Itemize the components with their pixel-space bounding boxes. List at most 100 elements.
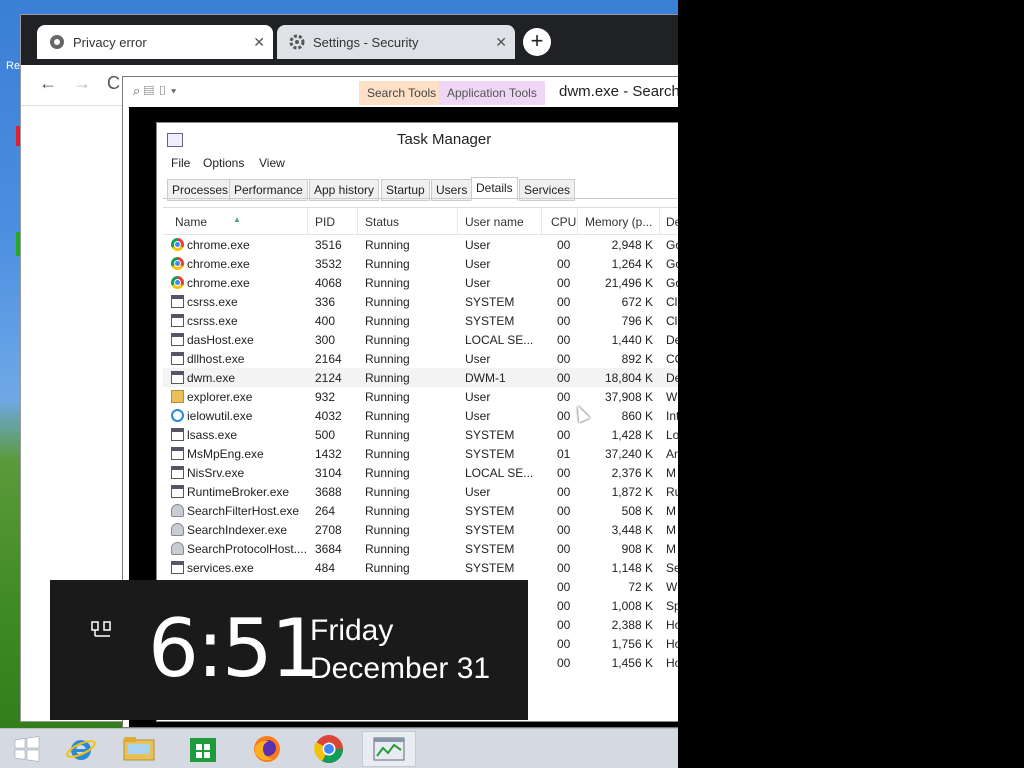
process-pid: 3532 [315, 257, 342, 271]
table-row[interactable]: lsass.exe 500 Running SYSTEM 00 1,428 K Lo [163, 425, 678, 444]
process-memory: 1,264 K [611, 257, 653, 271]
table-row[interactable]: SearchIndexer.exe 2708 Running SYSTEM 00 3,44… [163, 520, 678, 539]
process-name: chrome.exe [187, 257, 250, 271]
table-row[interactable]: csrss.exe 400 Running SYSTEM 00 796 K Cl [163, 311, 678, 330]
process-memory: 892 K [621, 352, 653, 366]
process-description: Cl [666, 295, 678, 309]
table-row[interactable]: SearchFilterHost.exe 264 Running SYSTEM 00 50… [163, 501, 678, 520]
taskbar-chrome[interactable] [302, 731, 356, 767]
process-pid: 932 [315, 390, 336, 404]
tab-search-tools[interactable]: Search Tools [359, 81, 445, 105]
title-bar: Task Manager [157, 123, 678, 155]
chrome-icon [171, 257, 184, 270]
close-icon[interactable]: ✕ [495, 34, 507, 51]
process-status: Running [365, 333, 410, 347]
table-row[interactable]: chrome.exe 3516 Running User 00 2,948 K Go [163, 235, 678, 254]
table-row[interactable]: RuntimeBroker.exe 3688 Running User 00 1,872 … [163, 482, 678, 501]
window-icon [171, 295, 184, 308]
reload-icon[interactable]: C [107, 73, 120, 94]
table-row[interactable]: SearchProtocolHost.... 3684 Running SYSTEM 0… [163, 539, 678, 558]
process-cpu: 00 [557, 580, 571, 594]
table-row[interactable]: ielowutil.exe 4032 Running User 00 860 K Int [163, 406, 678, 425]
column-user-name[interactable]: User name [465, 215, 524, 229]
window-icon [171, 466, 184, 479]
window-icon [171, 428, 184, 441]
ie-icon [171, 409, 184, 422]
process-user: LOCAL SE... [465, 466, 534, 480]
new-tab-button[interactable]: + [523, 28, 551, 56]
table-row[interactable]: chrome.exe 4068 Running User 00 21,496 K Go [163, 273, 678, 292]
column-description[interactable]: De [666, 215, 678, 229]
taskbar-task-manager[interactable] [362, 731, 416, 767]
column-memory[interactable]: Memory (p... [585, 215, 652, 229]
tab-label: Privacy error [73, 34, 147, 50]
network-icon [91, 621, 111, 637]
process-cpu: 00 [557, 523, 571, 537]
forward-arrow-icon[interactable]: → [73, 73, 91, 94]
process-pid: 336 [315, 295, 336, 309]
menu-file[interactable]: File [171, 156, 190, 170]
process-memory: 37,908 K [604, 390, 653, 404]
tab-strip: Privacy error ✕ Settings - Security ✕ + [21, 15, 678, 65]
process-status: Running [365, 542, 410, 556]
black-region [678, 0, 1024, 768]
chrome-icon [171, 238, 184, 251]
table-row[interactable]: dasHost.exe 300 Running LOCAL SE... 00 1,440 … [163, 330, 678, 349]
tab-application-tools[interactable]: Application Tools [439, 81, 545, 105]
back-arrow-icon[interactable]: ← [39, 73, 57, 94]
column-cpu[interactable]: CPU [551, 215, 576, 229]
table-header: ▲ Name PID Status User name CPU Memory (… [163, 208, 678, 235]
process-status: Running [365, 390, 410, 404]
process-cpu: 00 [557, 295, 571, 309]
menu-options[interactable]: Options [203, 156, 244, 170]
window-icon [171, 371, 184, 384]
process-name: chrome.exe [187, 276, 250, 290]
folder-icon [171, 390, 184, 403]
process-cpu: 00 [557, 276, 571, 290]
column-name[interactable]: Name [175, 215, 207, 229]
taskbar-file-explorer[interactable] [112, 731, 166, 767]
window-icon [171, 561, 184, 574]
process-name: SearchFilterHost.exe [187, 504, 300, 518]
process-cpu: 00 [557, 504, 571, 518]
process-pid: 500 [315, 428, 336, 442]
table-row[interactable]: dllhost.exe 2164 Running User 00 892 K CO [163, 349, 678, 368]
tab-privacy-error[interactable]: Privacy error ✕ [37, 25, 273, 59]
process-status: Running [365, 295, 410, 309]
person-icon [171, 504, 184, 517]
process-name: dasHost.exe [187, 333, 254, 347]
menu-view[interactable]: View [259, 156, 285, 170]
taskbar [0, 728, 678, 768]
table-row[interactable]: explorer.exe 932 Running User 00 37,908 K W [163, 387, 678, 406]
table-row[interactable]: services.exe 484 Running SYSTEM 00 1,148 K Se [163, 558, 678, 577]
explorer-ribbon: ⌕ ▤ ▯ ▾ Search Tools Application Tools d… [123, 77, 678, 107]
desktop-icon-label[interactable]: Re [6, 60, 20, 72]
tab-settings-security[interactable]: Settings - Security ✕ [277, 25, 515, 59]
taskbar-firefox[interactable] [240, 731, 294, 767]
process-user: SYSTEM [465, 561, 515, 575]
table-row[interactable]: chrome.exe 3532 Running User 00 1,264 K Go [163, 254, 678, 273]
taskbar-store[interactable] [176, 731, 230, 767]
taskbar-internet-explorer[interactable] [54, 731, 108, 767]
process-user: LOCAL SE... [465, 333, 534, 347]
quick-access-icons[interactable]: ⌕ ▤ ▯ ▾ [133, 83, 176, 99]
column-pid[interactable]: PID [315, 215, 335, 229]
process-pid: 3688 [315, 485, 342, 499]
close-icon[interactable]: ✕ [253, 34, 265, 51]
process-status: Running [365, 485, 410, 499]
table-row[interactable]: csrss.exe 336 Running SYSTEM 00 672 K Cl [163, 292, 678, 311]
process-memory: 1,456 K [611, 656, 653, 670]
table-row[interactable]: MsMpEng.exe 1432 Running SYSTEM 01 37,240 K An [163, 444, 678, 463]
process-status: Running [365, 504, 410, 518]
table-row[interactable]: dwm.exe 2124 Running DWM-1 00 18,804 K De [163, 368, 678, 387]
process-name: dwm.exe [187, 371, 236, 385]
start-button[interactable] [0, 731, 54, 767]
chrome-icon [171, 276, 184, 289]
process-pid: 3684 [315, 542, 342, 556]
process-pid: 1432 [315, 447, 342, 461]
gear-icon [289, 34, 305, 50]
table-row[interactable]: NisSrv.exe 3104 Running LOCAL SE... 00 2,376 … [163, 463, 678, 482]
process-description: Go [666, 257, 678, 271]
process-name: dllhost.exe [187, 352, 245, 366]
column-status[interactable]: Status [365, 215, 399, 229]
